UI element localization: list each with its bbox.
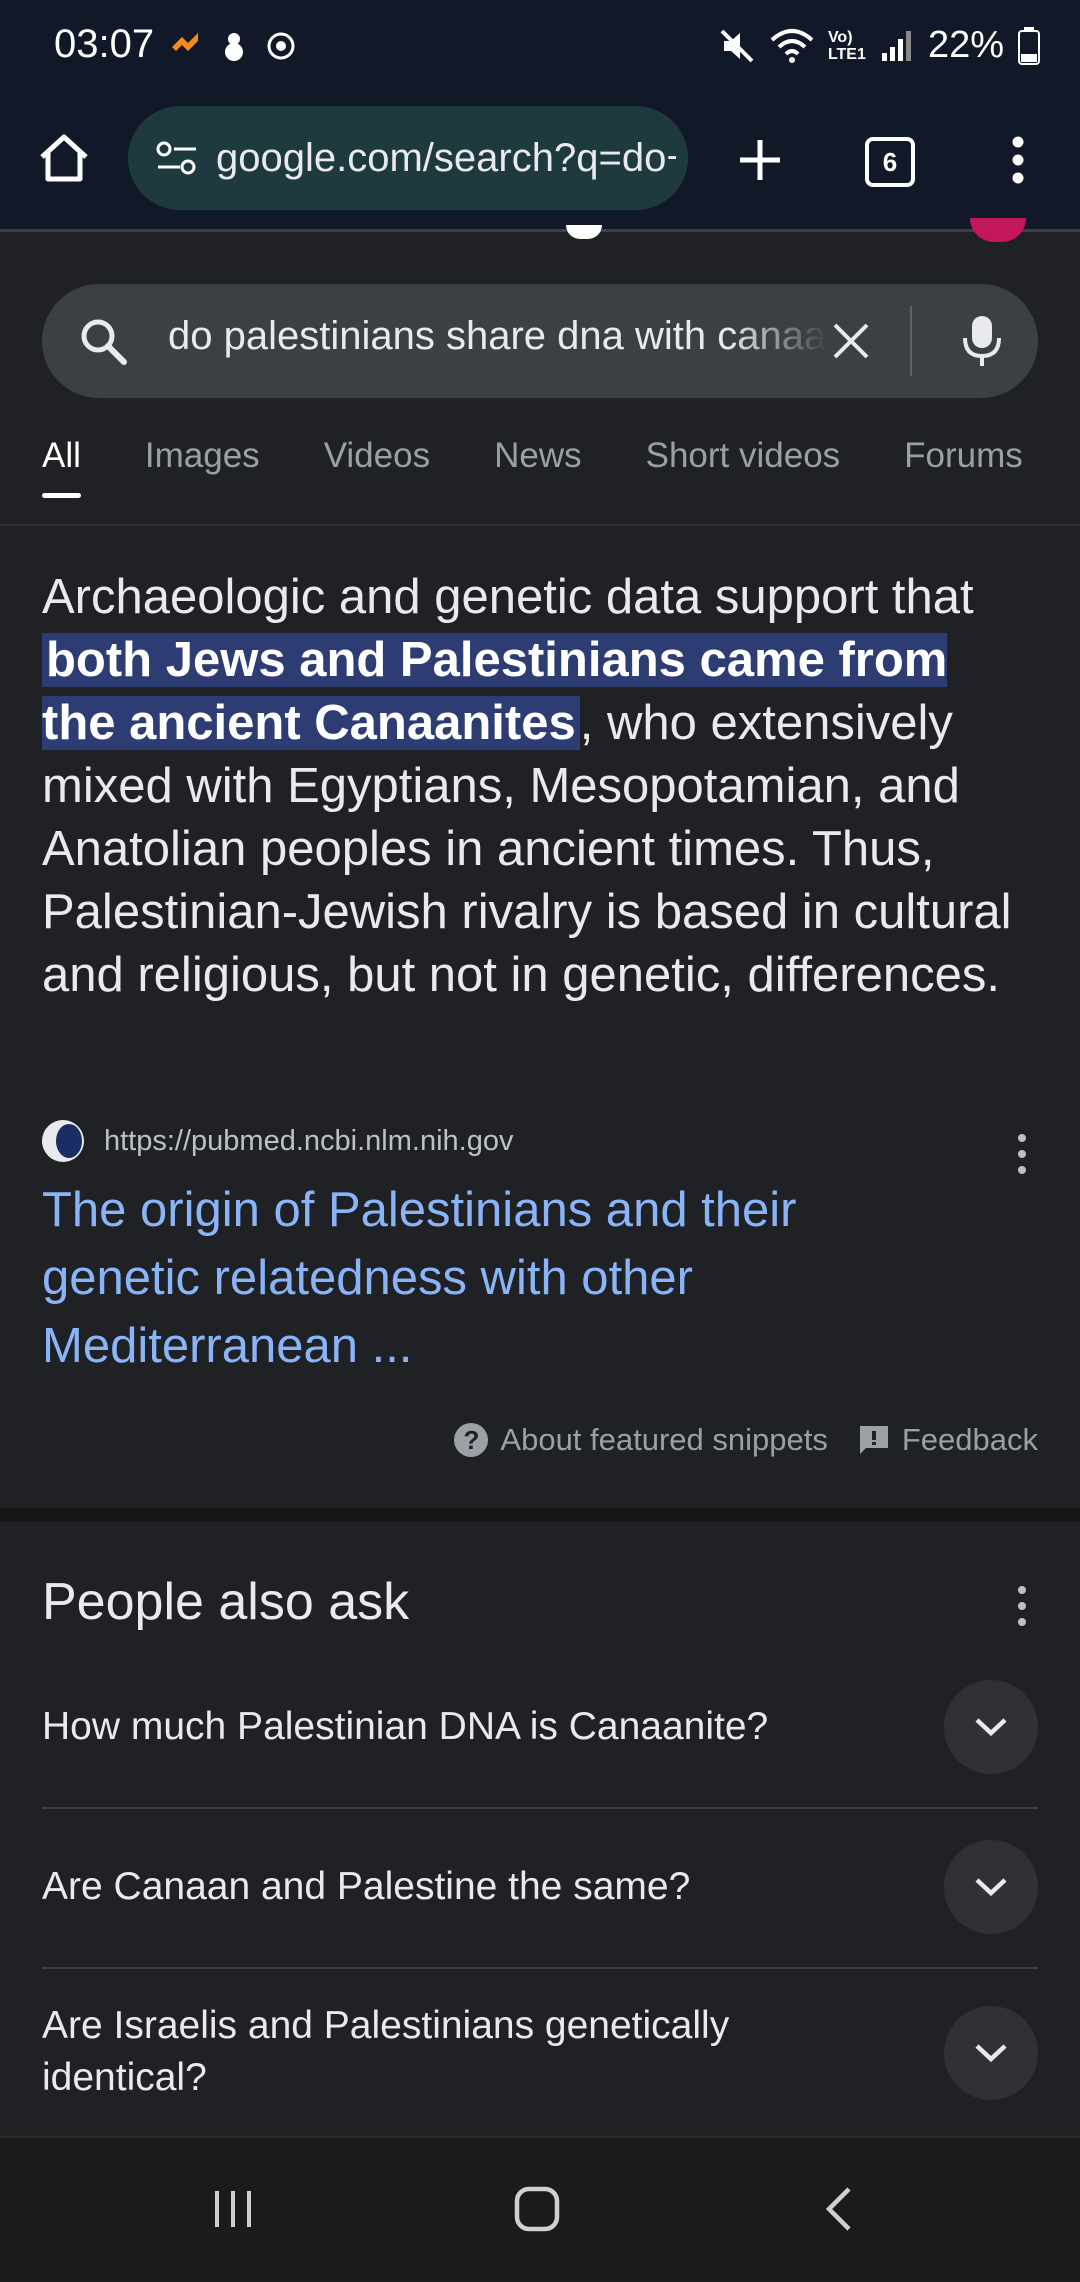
system-icons: Vo) LTE1 22%	[718, 24, 1040, 67]
url-bar[interactable]: google.com/search?q=do+palestinians+shar…	[128, 106, 688, 210]
paa-expand-button[interactable]	[944, 1840, 1038, 1934]
paa-question-3[interactable]: Are Israelis and Palestinians geneticall…	[42, 1998, 1038, 2108]
mute-icon	[720, 29, 754, 62]
search-divider	[910, 306, 912, 376]
paa-question-text[interactable]: How much Palestinian DNA is Canaanite?	[42, 1701, 902, 1753]
tab-videos[interactable]: Videos	[324, 436, 430, 498]
snowman-icon	[225, 33, 243, 61]
account-avatar[interactable]	[970, 218, 1026, 242]
snippet-footer: ? About featured snippets Feedback	[454, 1422, 1038, 1458]
home-button[interactable]	[34, 128, 94, 188]
browser-chrome: 03:07 Vo) LTE1 22% google.com/search?q=d…	[0, 0, 1080, 232]
help-icon: ?	[454, 1423, 489, 1457]
paa-question-text[interactable]: Are Canaan and Palestine the same?	[42, 1861, 902, 1913]
chevron-down-icon	[975, 2044, 1007, 2063]
paa-expand-button[interactable]	[944, 1680, 1038, 1774]
paa-question-2[interactable]: Are Canaan and Palestine the same?	[42, 1840, 1038, 1934]
close-icon	[833, 323, 869, 359]
tab-news[interactable]: News	[494, 436, 582, 498]
tab-forums[interactable]: Forums	[904, 436, 1023, 498]
home-nav-icon	[514, 2186, 560, 2232]
paa-more-button[interactable]	[1018, 1586, 1028, 1626]
about-featured-snippets-link[interactable]: About featured snippets	[500, 1422, 827, 1458]
paa-divider	[42, 1807, 1038, 1809]
search-input[interactable]: do palestinians share dna with canaanite…	[168, 314, 828, 359]
status-time: 03:07	[54, 22, 155, 66]
feedback-icon	[859, 1426, 888, 1454]
search-icon	[81, 319, 127, 365]
section-separator	[0, 1508, 1080, 1522]
back-icon	[825, 2187, 851, 2231]
wifi-icon	[770, 28, 814, 63]
circle-app-icon	[267, 32, 295, 60]
paa-expand-button[interactable]	[944, 2006, 1038, 2100]
signal-icon	[881, 30, 911, 61]
mic-icon	[963, 316, 1001, 366]
plus-icon	[740, 140, 780, 180]
home-nav-button[interactable]	[500, 2174, 574, 2244]
new-tab-button[interactable]	[728, 128, 792, 192]
search-tabs: All Images Videos News Short videos Foru…	[42, 436, 1023, 498]
paa-question-text[interactable]: Are Israelis and Palestinians geneticall…	[42, 2000, 862, 2104]
battery-percent: 22%	[927, 24, 1004, 66]
voice-search-button[interactable]	[950, 308, 1014, 374]
snippet-source[interactable]: https://pubmed.ncbi.nlm.nih.gov	[42, 1120, 513, 1162]
recents-icon	[215, 2191, 251, 2227]
tab-images[interactable]: Images	[145, 436, 260, 498]
tab-switcher-button[interactable]: 6	[862, 134, 918, 190]
header-remnant-dot	[566, 225, 602, 239]
battery-icon	[1018, 26, 1040, 65]
paa-question-1[interactable]: How much Palestinian DNA is Canaanite?	[42, 1680, 1038, 1774]
feedback-link[interactable]: Feedback	[902, 1422, 1038, 1458]
people-also-ask-title: People also ask	[42, 1573, 410, 1631]
more-vert-icon	[1012, 136, 1024, 184]
app-notification-icon	[172, 33, 198, 51]
tab-count: 6	[865, 137, 915, 187]
clear-search-button[interactable]	[822, 312, 880, 370]
site-settings-icon[interactable]	[156, 141, 198, 175]
back-button[interactable]	[802, 2174, 876, 2244]
recents-button[interactable]	[196, 2174, 270, 2244]
snippet-text-pre: Archaeologic and genetic data support th…	[42, 570, 974, 624]
lte-label: Vo) LTE1	[827, 28, 866, 63]
tabs-divider	[0, 524, 1080, 526]
chevron-down-icon	[975, 1718, 1007, 1737]
home-icon	[40, 134, 88, 182]
notification-icons	[168, 30, 296, 62]
url-text[interactable]: google.com/search?q=do+palestinians+shar…	[216, 136, 676, 181]
result-title-link[interactable]: The origin of Palestinians and their gen…	[42, 1176, 942, 1380]
browser-toolbar: google.com/search?q=do+palestinians+shar…	[0, 106, 1080, 212]
paa-divider	[42, 1967, 1038, 1969]
tab-short-videos[interactable]: Short videos	[646, 436, 841, 498]
tab-all[interactable]: All	[42, 436, 81, 498]
pubmed-favicon-icon	[42, 1120, 84, 1162]
status-bar: 03:07 Vo) LTE1 22%	[0, 0, 1080, 100]
system-nav-bar	[0, 2136, 1080, 2282]
chevron-down-icon	[975, 1878, 1007, 1897]
browser-menu-button[interactable]	[990, 130, 1046, 190]
source-url[interactable]: https://pubmed.ncbi.nlm.nih.gov	[104, 1125, 513, 1158]
result-more-button[interactable]	[1018, 1134, 1028, 1174]
search-box[interactable]: do palestinians share dna with canaanite…	[42, 284, 1038, 398]
featured-snippet-text: Archaeologic and genetic data support th…	[42, 566, 1022, 1007]
